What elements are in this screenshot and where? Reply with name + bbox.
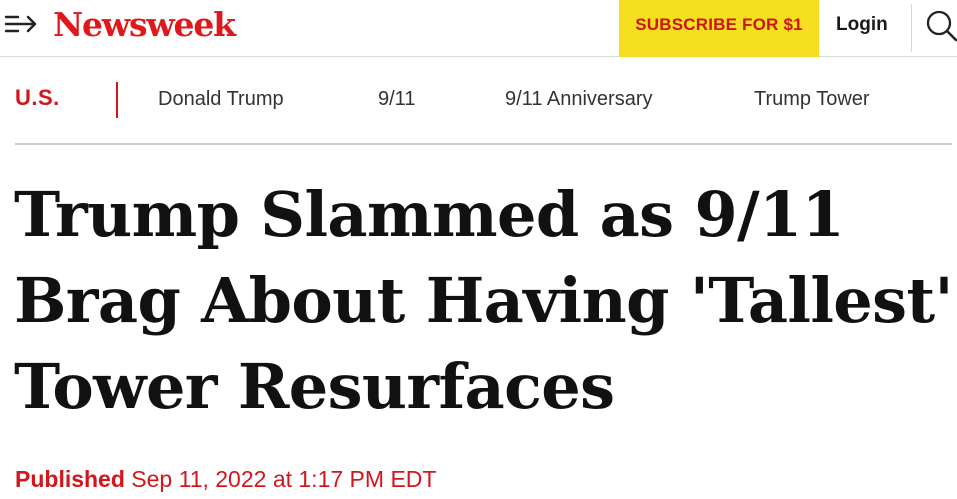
header-divider (911, 4, 912, 52)
article-headline: Trump Slammed as 9/11 Brag About Having … (14, 178, 953, 423)
subscribe-button[interactable]: SUBSCRIBE FOR $1 (619, 0, 819, 57)
section-divider (116, 82, 118, 118)
published-info: Published Sep 11, 2022 at 1:17 PM EDT (15, 466, 436, 493)
topic-tags-bar: U.S. Donald Trump 9/11 9/11 Anniversary … (0, 57, 957, 145)
tag-donald-trump[interactable]: Donald Trump (158, 88, 284, 111)
site-header: Newsweek SUBSCRIBE FOR $1 Login (0, 0, 957, 57)
tags-divider (15, 143, 952, 145)
published-label: Published (15, 466, 125, 492)
tag-911[interactable]: 9/11 (378, 88, 415, 111)
newsweek-logo[interactable]: Newsweek (53, 3, 236, 47)
search-icon[interactable] (920, 6, 957, 44)
published-date: Sep 11, 2022 at 1:17 PM EDT (131, 466, 437, 492)
tag-911-anniversary[interactable]: 9/11 Anniversary (505, 88, 653, 111)
section-link-us[interactable]: U.S. (15, 85, 60, 111)
tag-trump-tower[interactable]: Trump Tower (754, 88, 870, 111)
login-button[interactable]: Login (836, 0, 888, 49)
menu-arrow-icon[interactable] (4, 10, 42, 40)
